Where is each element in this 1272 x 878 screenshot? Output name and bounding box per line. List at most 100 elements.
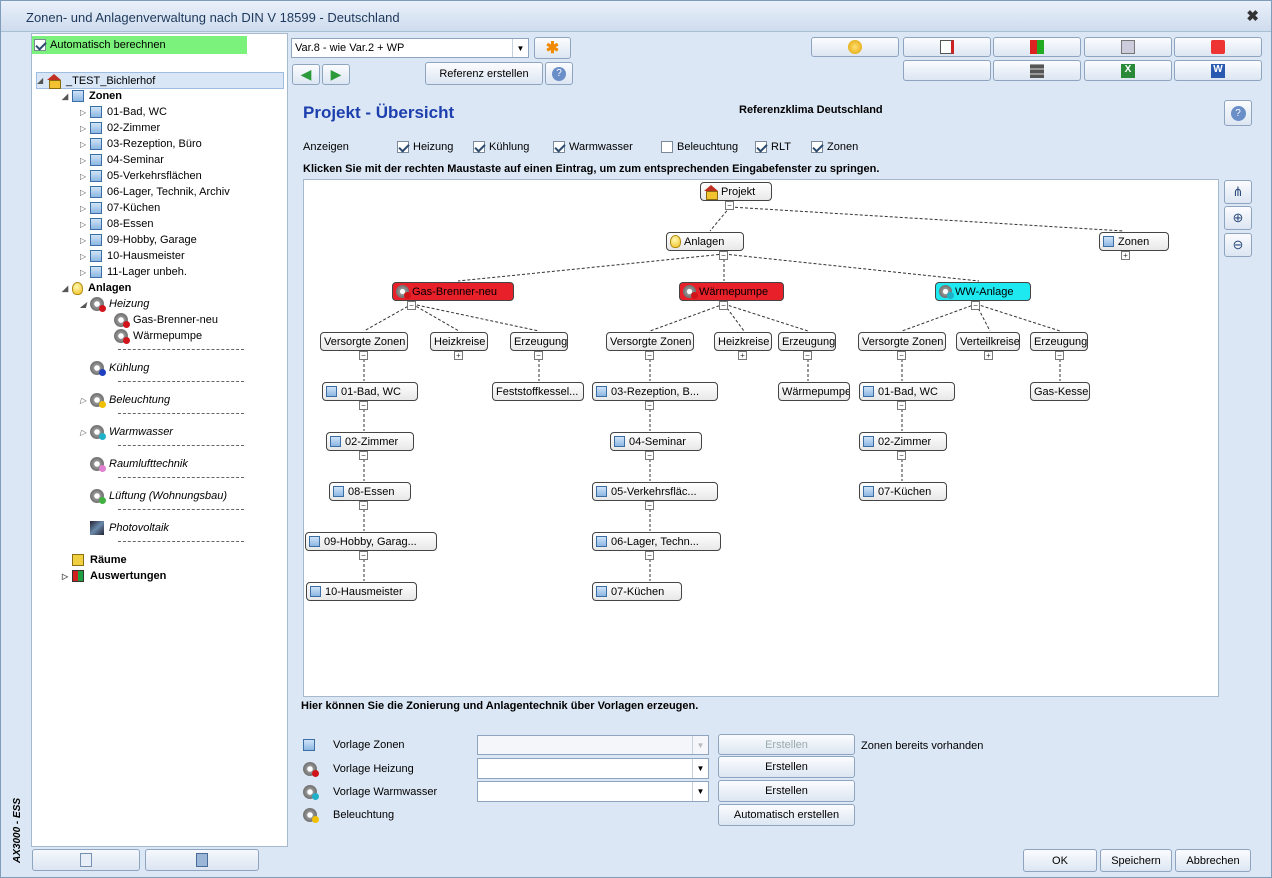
tree-zone-item[interactable]: ▷ 03-Rezeption, Büro: [80, 136, 202, 152]
node-heizkreise[interactable]: Heizkreise: [714, 332, 772, 351]
tree-heizung-item[interactable]: Wärmepumpe: [114, 328, 202, 344]
node-gas-brenner[interactable]: Gas-Brenner-neu: [392, 282, 514, 301]
tree-kuehlung[interactable]: Kühlung: [90, 360, 149, 376]
toolbar-calculator-button[interactable]: [1084, 37, 1172, 57]
toolbar-document-button[interactable]: [903, 37, 991, 57]
collapse-toggle[interactable]: −: [971, 301, 980, 310]
collapse-toggle[interactable]: −: [1055, 351, 1064, 360]
anzeigen-option[interactable]: RLT: [755, 141, 791, 153]
tree-zonen[interactable]: ◢ Zonen: [62, 88, 122, 104]
node-zone[interactable]: 01-Bad, WC: [322, 382, 418, 401]
tree-zone-item[interactable]: ▷ 09-Hobby, Garage: [80, 232, 197, 248]
expand-toggle[interactable]: +: [454, 351, 463, 360]
node-versorgte-zonen[interactable]: Versorgte Zonen: [606, 332, 694, 351]
referenz-button[interactable]: Referenz erstellen: [425, 62, 543, 85]
chevron-down-icon[interactable]: ▼: [512, 39, 528, 57]
collapse-toggle[interactable]: −: [645, 351, 654, 360]
collapse-toggle[interactable]: −: [359, 451, 368, 460]
zoom-out-button[interactable]: ⊖: [1224, 233, 1252, 257]
tree-zone-item[interactable]: ▷ 06-Lager, Technik, Archiv: [80, 184, 230, 200]
toolbar-chart-button[interactable]: [993, 37, 1081, 57]
node-versorgte-zonen[interactable]: Versorgte Zonen: [858, 332, 946, 351]
tree-heizung-item[interactable]: Gas-Brenner-neu: [114, 312, 218, 328]
layout-tree-button[interactable]: ⋔: [1224, 180, 1252, 204]
node-anlagen[interactable]: Anlagen: [666, 232, 744, 251]
close-icon[interactable]: ✖: [1246, 7, 1259, 25]
tree-lueftung[interactable]: Lüftung (Wohnungsbau): [90, 488, 227, 504]
tree-root[interactable]: ◢ _TEST_Bichlerhof: [36, 72, 284, 89]
collapse-toggle[interactable]: −: [359, 401, 368, 410]
node-projekt[interactable]: Projekt: [700, 182, 772, 201]
collapse-toggle[interactable]: −: [897, 401, 906, 410]
tree-anlagen[interactable]: ◢ Anlagen: [62, 280, 131, 296]
node-zone[interactable]: 07-Küchen: [859, 482, 947, 501]
collapse-toggle[interactable]: −: [725, 201, 734, 210]
expand-toggle[interactable]: +: [738, 351, 747, 360]
tree-raeume[interactable]: Räume: [72, 552, 127, 568]
collapse-toggle[interactable]: −: [719, 251, 728, 260]
node-erzeugung[interactable]: Erzeugung: [1030, 332, 1088, 351]
collapse-toggle[interactable]: −: [645, 401, 654, 410]
node-zone[interactable]: 02-Zimmer: [859, 432, 947, 451]
tree-auswertungen[interactable]: ▷ Auswertungen: [62, 568, 166, 584]
tree-zone-item[interactable]: ▷ 11-Lager unbeh.: [80, 264, 187, 280]
toolbar-blank-button[interactable]: [903, 60, 991, 81]
variant-select[interactable]: Var.8 - wie Var.2 + WP ▼: [291, 38, 529, 58]
collapse-toggle[interactable]: −: [719, 301, 728, 310]
tree-warmwasser[interactable]: ▷ Warmwasser: [80, 424, 173, 440]
anzeigen-option[interactable]: Warmwasser: [553, 141, 633, 153]
collapse-toggle[interactable]: −: [645, 501, 654, 510]
node-zone[interactable]: 07-Küchen: [592, 582, 682, 601]
tree-zone-item[interactable]: ▷ 04-Seminar: [80, 152, 164, 168]
toolbar-wall-button[interactable]: [993, 60, 1081, 81]
toolbar-excel-button[interactable]: X: [1084, 60, 1172, 81]
node-verteilkreise[interactable]: Verteilkreise: [956, 332, 1020, 351]
tree-zone-item[interactable]: ▷ 07-Küchen: [80, 200, 160, 216]
automatisch-erstellen-button[interactable]: Automatisch erstellen: [718, 804, 855, 826]
tree-zone-item[interactable]: ▷ 10-Hausmeister: [80, 248, 185, 264]
collapse-toggle[interactable]: −: [645, 451, 654, 460]
vorlage-warmwasser-erstellen-button[interactable]: Erstellen: [718, 780, 855, 802]
zoom-in-button[interactable]: ⊕: [1224, 206, 1252, 230]
node-zone[interactable]: 06-Lager, Techn...: [592, 532, 721, 551]
tree-zone-item[interactable]: ▷ 01-Bad, WC: [80, 104, 167, 120]
node-erzeugung-item[interactable]: Gas-Kessel: [1030, 382, 1090, 401]
back-button[interactable]: ◀: [292, 64, 320, 85]
new-variant-button[interactable]: ✱: [534, 37, 571, 59]
vorlage-heizung-select[interactable]: ▼: [477, 758, 709, 779]
vorlage-heizung-erstellen-button[interactable]: Erstellen: [718, 756, 855, 778]
node-zone[interactable]: 03-Rezeption, B...: [592, 382, 718, 401]
tree-heizung[interactable]: ◢ Heizung: [80, 296, 149, 312]
node-erzeugung[interactable]: Erzeugung: [778, 332, 836, 351]
collapse-toggle[interactable]: −: [897, 451, 906, 460]
node-zone[interactable]: 02-Zimmer: [326, 432, 414, 451]
collapse-toggle[interactable]: −: [359, 551, 368, 560]
collapse-toggle[interactable]: −: [803, 351, 812, 360]
vorlage-zonen-erstellen-button[interactable]: Erstellen: [718, 734, 855, 755]
collapse-toggle[interactable]: −: [897, 351, 906, 360]
collapse-toggle[interactable]: −: [359, 351, 368, 360]
vorlage-zonen-select[interactable]: ▼: [477, 735, 709, 755]
tree-beleuchtung[interactable]: ▷ Beleuchtung: [80, 392, 170, 408]
node-ww-anlage[interactable]: WW-Anlage: [935, 282, 1031, 301]
anzeigen-option[interactable]: Zonen: [811, 141, 858, 153]
toolbar-word-button[interactable]: W: [1174, 60, 1262, 81]
node-zone[interactable]: 01-Bad, WC: [859, 382, 955, 401]
node-versorgte-zonen[interactable]: Versorgte Zonen: [320, 332, 408, 351]
node-waermepumpe[interactable]: Wärmepumpe: [679, 282, 784, 301]
collapse-toggle[interactable]: −: [359, 501, 368, 510]
tree-raumluft[interactable]: Raumlufttechnik: [90, 456, 188, 472]
node-heizkreise[interactable]: Heizkreise: [430, 332, 488, 351]
collapse-toggle[interactable]: −: [645, 551, 654, 560]
node-erzeugung-item[interactable]: Feststoffkessel...: [492, 382, 584, 401]
ok-button[interactable]: OK: [1023, 849, 1097, 872]
node-zone[interactable]: 09-Hobby, Garag...: [305, 532, 437, 551]
anzeigen-option[interactable]: Beleuchtung: [661, 141, 738, 153]
toolbar-coins-button[interactable]: [811, 37, 899, 57]
left-edit-button[interactable]: [32, 849, 140, 871]
node-zone[interactable]: 08-Essen: [329, 482, 411, 501]
toolbar-pdf-button[interactable]: [1174, 37, 1262, 57]
cancel-button[interactable]: Abbrechen: [1175, 849, 1251, 872]
tree-zone-item[interactable]: ▷ 02-Zimmer: [80, 120, 160, 136]
save-button[interactable]: Speichern: [1100, 849, 1172, 872]
